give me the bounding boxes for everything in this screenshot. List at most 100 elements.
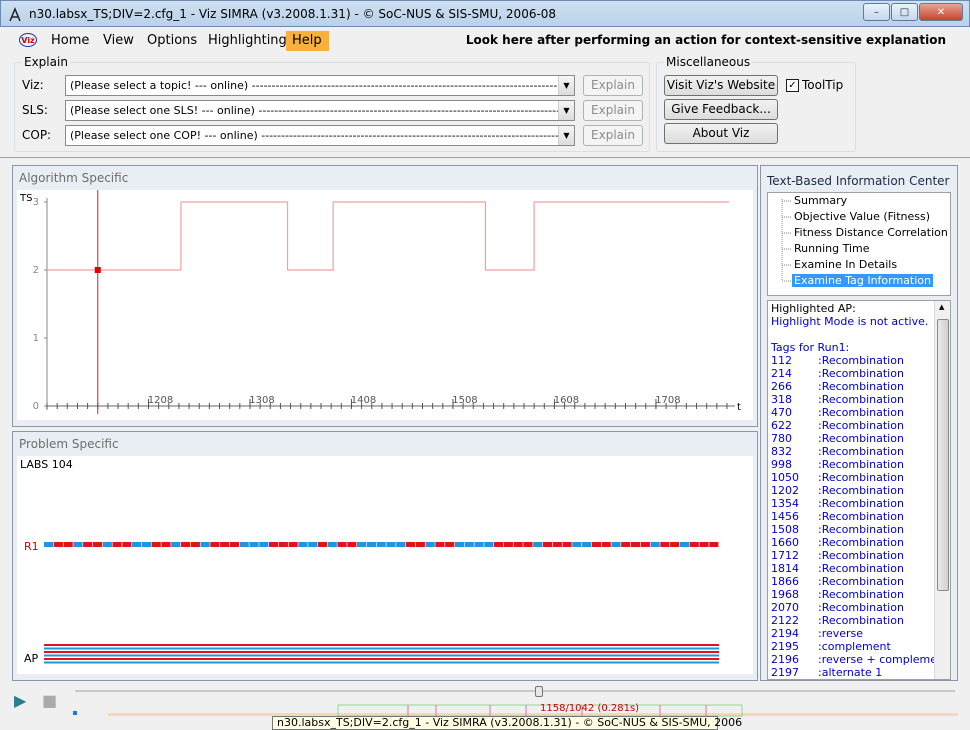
- viz-logo-icon[interactable]: Viz: [19, 33, 37, 47]
- ap-label: AP: [24, 652, 39, 665]
- r1-cell: [415, 542, 425, 547]
- tag-label: :Recombination: [818, 497, 904, 510]
- tree-item-objective-value[interactable]: Objective Value (Fitness): [794, 210, 930, 223]
- info-text-area[interactable]: Highlighted AP: Highlight Mode is not ac…: [767, 300, 951, 680]
- chevron-down-icon[interactable]: ▼: [558, 76, 574, 95]
- tooltip-checkbox[interactable]: ✓: [786, 79, 799, 92]
- scroll-up-icon[interactable]: ▲: [939, 303, 944, 311]
- r1-cell: [220, 542, 230, 547]
- menu-highlighting[interactable]: Highlighting: [202, 31, 293, 51]
- r1-cell: [630, 542, 641, 547]
- ts-line-chart[interactable]: TS t 0 1 2 3 1208 1308 1408 1508 1608 1708: [17, 190, 753, 420]
- play-icon[interactable]: ▶: [14, 691, 26, 710]
- stop-icon[interactable]: ■: [42, 691, 57, 710]
- visit-website-button[interactable]: Visit Viz's Website: [664, 75, 778, 96]
- r1-cell: [366, 542, 377, 547]
- menu-options[interactable]: Options: [141, 31, 203, 51]
- tag-label: :Recombination: [818, 523, 904, 536]
- info-scrollbar[interactable]: ▲: [934, 301, 950, 679]
- r1-cell: [405, 542, 416, 547]
- tree-item-fdc[interactable]: Fitness Distance Correlation: [794, 226, 948, 239]
- about-viz-button[interactable]: About Viz: [664, 123, 778, 144]
- r1-cell: [83, 542, 93, 547]
- r1-cell: [269, 542, 279, 547]
- tag-label: :Recombination: [818, 614, 904, 627]
- sls-explain-button[interactable]: Explain: [583, 100, 643, 121]
- problem-panel-title: Problem Specific: [19, 437, 119, 451]
- close-button[interactable]: ✕: [919, 3, 963, 21]
- tag-label: :Recombination: [818, 588, 904, 601]
- tag-label: :Recombination: [818, 549, 904, 562]
- r1-cell: [699, 542, 709, 547]
- cop-select[interactable]: (Please select one COP! --- online) ----…: [65, 125, 575, 146]
- progress-readout: 1158/1042 (0.281s): [540, 703, 640, 714]
- menu-help[interactable]: Help: [286, 31, 329, 51]
- r1-cell: [425, 542, 435, 547]
- r1-cell: [259, 542, 269, 547]
- tag-entry: 2070:Recombination: [771, 601, 904, 614]
- tag-id: 2070: [771, 601, 799, 614]
- maximize-button[interactable]: □: [891, 3, 918, 21]
- tag-entry: 1456:Recombination: [771, 510, 904, 523]
- cop-label: COP:: [22, 128, 52, 142]
- tree-item-summary[interactable]: Summary: [794, 194, 847, 207]
- tag-id: 318: [771, 393, 792, 406]
- time-slider-thumb[interactable]: [535, 686, 543, 697]
- tag-label: :Recombination: [818, 406, 904, 419]
- tag-label: :Recombination: [818, 367, 904, 380]
- r1-cell: [308, 542, 318, 547]
- tag-id: 1814: [771, 562, 799, 575]
- minimize-button[interactable]: –: [863, 3, 890, 21]
- explain-group-label: Explain: [22, 55, 70, 69]
- r1-cell: [572, 542, 582, 547]
- x-tick-label: 1508: [452, 395, 477, 406]
- splitter[interactable]: [0, 157, 970, 161]
- tree-item-examine-tags[interactable]: Examine Tag Information: [792, 274, 934, 287]
- tag-label: :Recombination: [818, 354, 904, 367]
- viz-explain-button[interactable]: Explain: [583, 75, 643, 96]
- algorithm-plot-area[interactable]: TS t 0 1 2 3 1208 1308 1408 1508 1608 1708: [17, 190, 753, 420]
- ap-row: [44, 651, 719, 653]
- tree-item-examine-details[interactable]: Examine In Details: [794, 258, 897, 271]
- tag-entry: 1712:Recombination: [771, 549, 904, 562]
- problem-plot-area[interactable]: LABS 104 R1 AP: [17, 456, 753, 674]
- labs-sequence-view[interactable]: [17, 456, 753, 674]
- window-title: n30.labsx_TS;DIV=2.cfg_1 - Viz SIMRA (v3…: [29, 7, 557, 21]
- r1-cell: [640, 542, 650, 547]
- tree-item-running-time[interactable]: Running Time: [794, 242, 870, 255]
- problem-panel: Problem Specific LABS 104 R1 AP: [12, 431, 758, 681]
- tag-id: 2197: [771, 666, 799, 679]
- run-timeline[interactable]: [108, 701, 958, 717]
- r1-cell: [132, 542, 142, 547]
- r1-cell: [503, 542, 513, 547]
- sls-select[interactable]: (Please select one SLS! --- online) ----…: [65, 100, 575, 121]
- tag-id: 1354: [771, 497, 799, 510]
- tag-id: 1456: [771, 510, 799, 523]
- chevron-down-icon[interactable]: ▼: [558, 126, 574, 145]
- tag-id: 2122: [771, 614, 799, 627]
- menu-home[interactable]: Home: [45, 31, 95, 51]
- tag-label: :Recombination: [818, 562, 904, 575]
- tag-entry: 2122 :Recombination: [771, 614, 904, 627]
- x-tick-label: 1208: [148, 395, 173, 406]
- menu-view[interactable]: View: [97, 31, 140, 51]
- title-bar[interactable]: n30.labsx_TS;DIV=2.cfg_1 - Viz SIMRA (v3…: [0, 0, 970, 27]
- taskbar-tooltip: n30.labsx_TS;DIV=2.cfg_1 - Viz SIMRA (v3…: [272, 716, 742, 730]
- sls-label: SLS:: [22, 103, 48, 117]
- r1-cell: [445, 542, 455, 547]
- x-axis-label: t: [737, 402, 741, 413]
- r1-cell: [562, 542, 572, 547]
- scroll-thumb[interactable]: [937, 319, 949, 591]
- cop-explain-button[interactable]: Explain: [583, 125, 643, 146]
- give-feedback-button[interactable]: Give Feedback...: [664, 99, 778, 120]
- tag-id: 998: [771, 458, 792, 471]
- tag-id: 1660: [771, 536, 799, 549]
- chevron-down-icon[interactable]: ▼: [558, 101, 574, 120]
- r1-cell: [249, 542, 259, 547]
- r1-cell: [288, 542, 298, 547]
- r1-cell: [396, 542, 406, 547]
- instance-label: LABS 104: [20, 458, 73, 471]
- time-slider-track[interactable]: [75, 690, 955, 692]
- viz-topic-select[interactable]: (Please select a topic! --- online) ----…: [65, 75, 575, 96]
- r1-cell: [53, 542, 63, 547]
